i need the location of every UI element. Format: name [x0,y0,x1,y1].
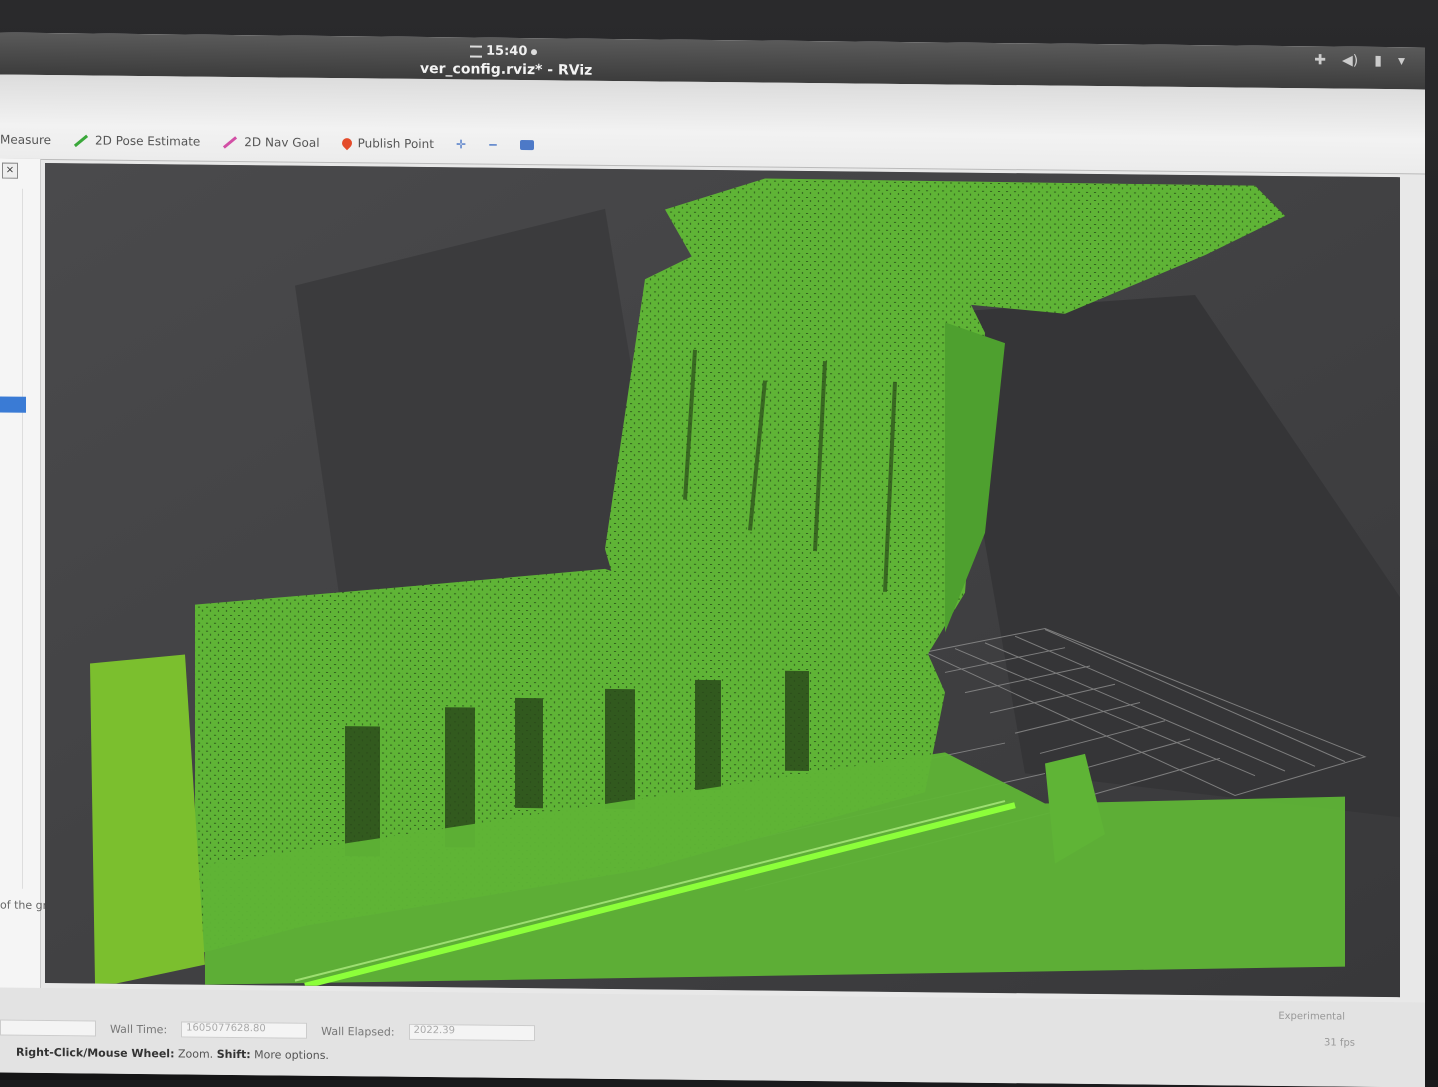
view-tool-button[interactable] [520,139,535,151]
menu-icon [470,44,482,58]
status-bar: Experimental Wall Time: 1605077628.80 Wa… [0,987,1425,1087]
panel-scrollbar[interactable] [22,188,31,889]
clock-text: 15:40 [486,43,528,60]
panel-close-button[interactable]: × [2,162,18,179]
point-cloud-scene [45,163,1400,998]
volume-icon[interactable]: ◀) [1342,53,1358,69]
selected-display-item[interactable] [0,396,26,413]
pose-estimate-label: 2D Pose Estimate [95,133,201,149]
hint-key-2: Shift: [216,1047,251,1062]
plus-icon: ✛ [455,137,467,152]
wall-elapsed-field: 2022.39 [408,1023,535,1042]
wall-elapsed-label: Wall Elapsed: [321,1024,395,1039]
time-panel: Wall Time: 1605077628.80 Wall Elapsed: 2… [0,1019,535,1042]
hint-key-1: Right-Click/Mouse Wheel: [16,1045,175,1061]
notification-dot-icon [531,48,538,55]
hint-text-2: More options. [254,1048,329,1062]
ros-elapsed-field [0,1019,96,1037]
nav-goal-label: 2D Nav Goal [244,135,320,150]
chevron-down-icon[interactable]: ▾ [1398,53,1405,69]
remove-tool-button[interactable]: − [488,138,498,152]
mouse-hint: Right-Click/Mouse Wheel: Zoom. Shift: Mo… [16,1046,329,1062]
pose-estimate-tool[interactable]: 2D Pose Estimate [73,133,201,149]
battery-icon[interactable]: ▮ [1374,53,1382,69]
tool-row: Measure 2D Pose Estimate 2D Nav Goal Pub… [0,133,535,153]
minus-icon: − [488,137,499,152]
publish-point-tool[interactable]: Publish Point [339,136,434,152]
clock[interactable]: 15:40 [470,43,538,60]
window-title: ver_config.rviz* - RViz [420,60,593,79]
experimental-checkbox[interactable]: Experimental [1278,1011,1345,1023]
fps-readout: 31 fps [1324,1037,1355,1049]
nav-goal-tool[interactable]: 2D Nav Goal [222,135,320,150]
render-viewport-3d[interactable] [45,163,1400,998]
hint-text-1: Zoom. [177,1047,214,1061]
map-pin-icon [339,136,354,151]
wall-time-label: Wall Time: [110,1022,168,1036]
measure-label: Measure [0,132,51,148]
displays-panel: × of the grid [0,158,57,1019]
rviz-toolbar: Measure 2D Pose Estimate 2D Nav Goal Pub… [0,74,1425,175]
screen: 15:40 ver_config.rviz* - RViz ✚ ◀) ▮ ▾ M… [0,32,1425,1087]
pose-arrow-icon [73,134,89,147]
wall-time-field: 1605077628.80 [181,1021,308,1039]
point-cloud-pillar [90,654,205,984]
measure-tool[interactable]: Measure [0,133,51,148]
system-tray: ✚ ◀) ▮ ▾ [1314,52,1405,69]
camera-view-icon [520,139,535,151]
network-icon[interactable]: ✚ [1314,52,1326,68]
add-tool-button[interactable]: ✛ [456,137,466,151]
publish-point-label: Publish Point [357,136,434,152]
goal-arrow-icon [223,135,238,149]
